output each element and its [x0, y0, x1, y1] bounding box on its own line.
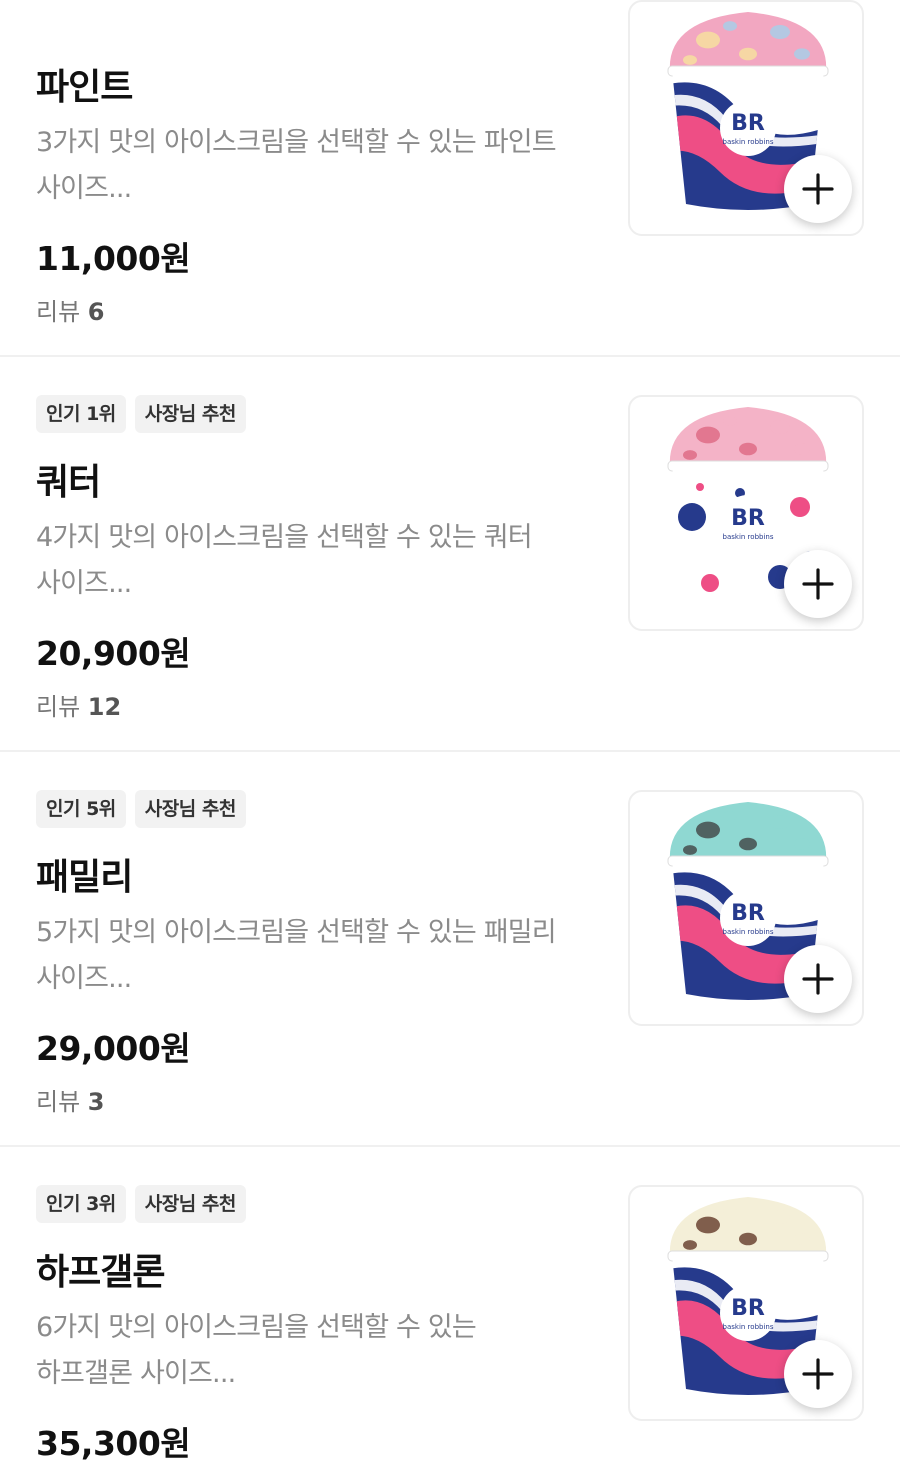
badge: 사장님 추천 — [134, 790, 246, 828]
description-line-2: 하프갤론 사이즈... — [36, 1358, 236, 1389]
description-line-1: 4가지 맛의 아이스크림을 선택할 수 있는 쿼터 — [36, 522, 533, 553]
badge-group: 인기 1위 사장님 추천 — [36, 395, 246, 433]
menu-item-description: 5가지 맛의 아이스크림을 선택할 수 있는 패밀리 사이즈... — [36, 910, 602, 1002]
plus-icon — [802, 1358, 834, 1390]
menu-item-image[interactable]: BR baskin robbins — [628, 395, 864, 631]
menu-item[interactable]: 인기 1위 사장님 추천 쿼터 4가지 맛의 아이스크림을 선택할 수 있는 쿼터… — [0, 357, 900, 752]
svg-text:BR: BR — [731, 1296, 765, 1321]
add-to-cart-button[interactable] — [784, 155, 852, 223]
review-label: 리뷰 — [36, 693, 88, 721]
svg-text:baskin robbins: baskin robbins — [723, 533, 774, 541]
menu-item[interactable]: 파인트 3가지 맛의 아이스크림을 선택할 수 있는 파인트 사이즈... 11… — [0, 0, 900, 357]
menu-item-description: 3가지 맛의 아이스크림을 선택할 수 있는 파인트 사이즈... — [36, 120, 602, 212]
svg-text:BR: BR — [731, 506, 765, 531]
menu-item-price: 35,300원 — [36, 1424, 191, 1463]
plus-icon — [802, 173, 834, 205]
menu-item-name: 패밀리 — [36, 857, 133, 898]
svg-text:baskin robbins: baskin robbins — [723, 928, 774, 936]
review-count: 12 — [87, 693, 122, 721]
description-line-2: 사이즈... — [36, 568, 132, 599]
description-line-2: 사이즈... — [36, 963, 132, 994]
svg-text:baskin robbins: baskin robbins — [723, 138, 774, 146]
add-to-cart-button[interactable] — [784, 1340, 852, 1408]
svg-text:baskin robbins: baskin robbins — [723, 1323, 774, 1331]
svg-text:BR: BR — [731, 111, 765, 136]
svg-text:BR: BR — [731, 901, 765, 926]
review-label: 리뷰 — [36, 298, 88, 326]
add-to-cart-button[interactable] — [784, 945, 852, 1013]
menu-item[interactable]: 인기 3위 사장님 추천 하프갤론 6가지 맛의 아이스크림을 선택할 수 있는 … — [0, 1147, 900, 1479]
menu-item-description: 6가지 맛의 아이스크림을 선택할 수 있는 하프갤론 사이즈... — [36, 1305, 602, 1397]
badge: 사장님 추천 — [134, 395, 246, 433]
review-summary: 리뷰 12 — [36, 687, 121, 722]
badge-group: 인기 5위 사장님 추천 — [36, 790, 246, 828]
description-line-1: 6가지 맛의 아이스크림을 선택할 수 있는 — [36, 1312, 477, 1343]
plus-icon — [802, 963, 834, 995]
menu-item[interactable]: 인기 5위 사장님 추천 패밀리 5가지 맛의 아이스크림을 선택할 수 있는 패… — [0, 752, 900, 1147]
menu-item-name: 쿼터 — [36, 462, 101, 503]
menu-item-name: 하프갤론 — [36, 1252, 165, 1293]
add-to-cart-button[interactable] — [784, 550, 852, 618]
menu-item-description: 4가지 맛의 아이스크림을 선택할 수 있는 쿼터 사이즈... — [36, 515, 602, 607]
badge: 인기 3위 — [36, 1185, 126, 1223]
menu-item-name: 파인트 — [36, 67, 133, 108]
description-line-1: 3가지 맛의 아이스크림을 선택할 수 있는 파인트 — [36, 127, 557, 158]
description-line-2: 사이즈... — [36, 173, 132, 204]
badge: 인기 1위 — [36, 395, 126, 433]
menu-list: 파인트 3가지 맛의 아이스크림을 선택할 수 있는 파인트 사이즈... 11… — [0, 0, 900, 1479]
menu-item-image[interactable]: BR baskin robbins — [628, 790, 864, 1026]
review-summary: 리뷰 6 — [36, 292, 105, 327]
review-count: 6 — [87, 298, 105, 326]
description-line-1: 5가지 맛의 아이스크림을 선택할 수 있는 패밀리 — [36, 917, 557, 948]
badge-group: 인기 3위 사장님 추천 — [36, 1185, 246, 1223]
badge: 사장님 추천 — [134, 1185, 246, 1223]
plus-icon — [802, 568, 834, 600]
badge: 인기 5위 — [36, 790, 126, 828]
menu-item-image[interactable]: BR baskin robbins — [628, 1185, 864, 1421]
menu-item-price: 20,900원 — [36, 634, 191, 673]
review-summary: 리뷰 3 — [36, 1082, 105, 1117]
review-count: 3 — [87, 1088, 105, 1116]
menu-item-image[interactable]: BR baskin robbins — [628, 0, 864, 236]
review-label: 리뷰 — [36, 1088, 88, 1116]
menu-item-price: 29,000원 — [36, 1029, 191, 1068]
menu-item-price: 11,000원 — [36, 239, 191, 278]
